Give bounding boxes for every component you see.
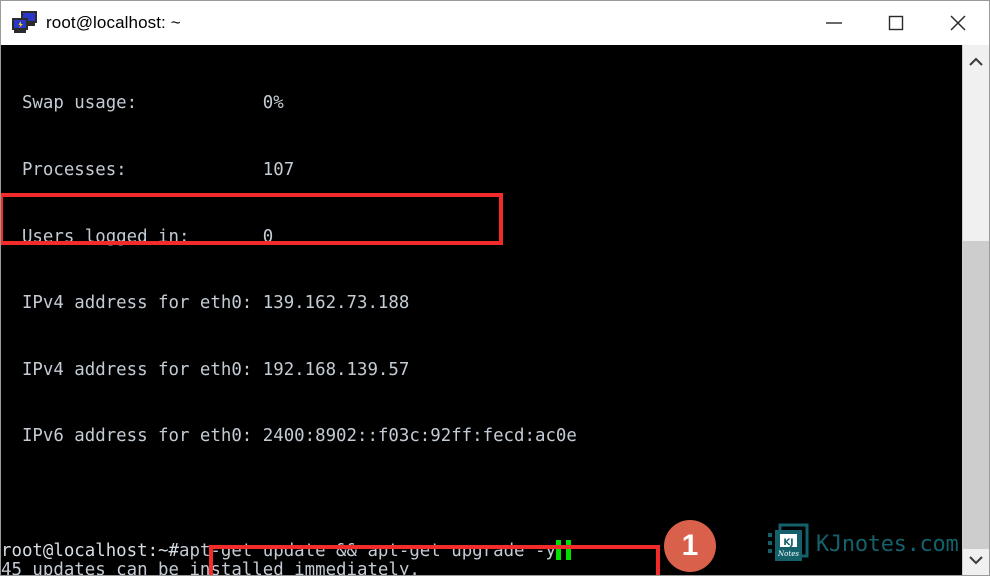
svg-text:Notes: Notes: [777, 550, 799, 558]
shell-prompt: root@localhost:~#: [1, 541, 179, 561]
title-bar: root@localhost: ~: [1, 1, 989, 45]
terminal-line: IPv6 address for eth0: 2400:8902::f03c:9…: [1, 426, 577, 447]
close-button[interactable]: [927, 1, 989, 45]
title-bar-left: root@localhost: ~: [1, 1, 181, 45]
maximize-button[interactable]: [865, 1, 927, 45]
kjnotes-logo-icon: KJ Notes: [767, 523, 811, 565]
window-title: root@localhost: ~: [46, 13, 181, 32]
close-icon: [950, 15, 966, 31]
text-cursor: [555, 540, 561, 560]
putty-terminal-window: root@localhost: ~ Swap usage: 0% Process: [0, 0, 990, 576]
kjnotes-logo-svg: KJ Notes: [768, 523, 809, 561]
watermark-text: KJnotes.com: [816, 531, 959, 557]
maximize-icon: [888, 15, 904, 31]
command-input-text[interactable]: apt-get update && apt-get upgrade -y: [179, 541, 556, 561]
vertical-scrollbar[interactable]: [962, 45, 989, 575]
chevron-down-icon: [969, 556, 983, 565]
terminal-line: Swap usage: 0%: [1, 93, 284, 114]
text-cursor-secondary: [565, 540, 571, 560]
shell-prompt-row[interactable]: root@localhost:~#apt-get update && apt-g…: [1, 540, 571, 562]
terminal-line: Users logged in: 0: [1, 226, 274, 247]
svg-text:KJ: KJ: [783, 538, 793, 548]
terminal-output-area[interactable]: Swap usage: 0% Processes: 107 Users logg…: [1, 45, 962, 575]
terminal-line: Processes: 107: [1, 160, 295, 180]
scroll-down-button[interactable]: [963, 547, 989, 573]
scrollbar-thumb[interactable]: [963, 241, 989, 549]
putty-icon: [11, 10, 39, 36]
step-badge-1: 1: [664, 520, 716, 572]
terminal-text-block: Swap usage: 0% Processes: 107 Users logg…: [1, 45, 713, 575]
chevron-up-icon: [969, 57, 983, 66]
terminal-line: IPv4 address for eth0: 192.168.139.57: [1, 359, 410, 380]
terminal-line: IPv4 address for eth0: 139.162.73.188: [1, 293, 410, 314]
scroll-up-button[interactable]: [963, 49, 989, 75]
watermark: KJ Notes KJnotes.com: [767, 522, 959, 566]
minimize-button[interactable]: [803, 1, 865, 45]
title-bar-spacer: [181, 1, 803, 45]
minimize-icon: [826, 22, 842, 24]
